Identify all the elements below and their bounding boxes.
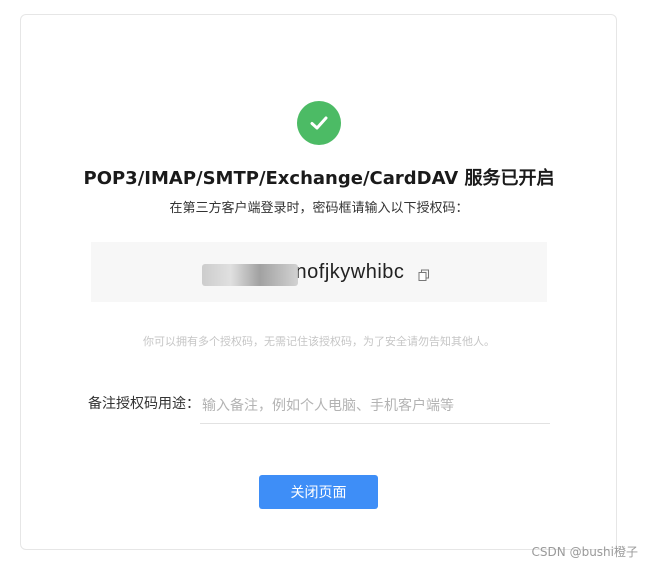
close-page-button[interactable]: 关闭页面 (259, 475, 378, 509)
redaction-mask (201, 263, 298, 286)
note-label: 备注授权码用途： (88, 396, 200, 412)
watermark: CSDN @bushi橙子 (531, 545, 638, 559)
check-icon (297, 101, 341, 145)
page-title: POP3/IMAP/SMTP/Exchange/CardDAV 服务已开启 (83, 168, 555, 189)
copy-icon[interactable] (418, 266, 430, 281)
auth-code-box: nofjkywhibc (91, 242, 547, 302)
security-hint: 你可以拥有多个授权码，无需记住该授权码，为了安全请勿告知其他人。 (143, 335, 495, 348)
page-subtitle: 在第三方客户端登录时，密码框请输入以下授权码： (169, 201, 469, 216)
note-input[interactable] (200, 388, 550, 424)
